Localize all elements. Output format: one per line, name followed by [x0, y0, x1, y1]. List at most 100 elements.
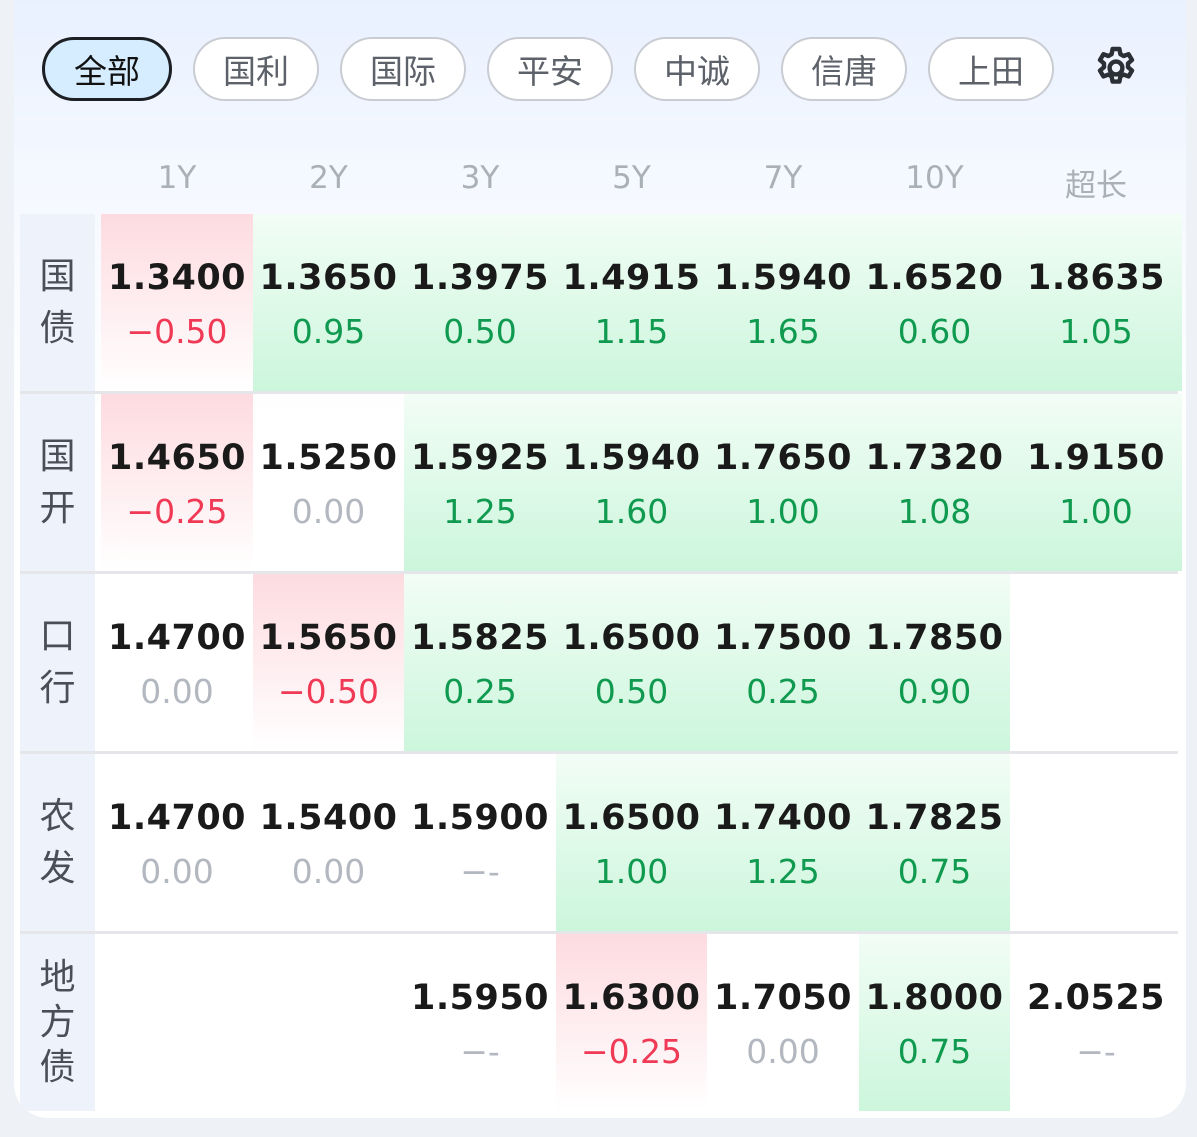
yield-value: 1.7500 — [713, 618, 853, 658]
tenor-header-3: 5Y — [612, 160, 651, 196]
tenor-header-6: 超长 — [1065, 168, 1127, 204]
yield-value: 2.0525 — [1026, 978, 1166, 1018]
yield-change: 0.00 — [291, 492, 366, 531]
yield-change: −- — [1076, 1032, 1116, 1071]
yield-value: 1.5250 — [259, 438, 398, 478]
yield-change: 0.00 — [140, 672, 214, 711]
yield-value: 1.7320 — [865, 438, 1004, 478]
yield-cell[interactable]: 1.5940 1.60 — [556, 394, 707, 571]
yield-change: 1.65 — [746, 312, 820, 351]
tenor-header-2: 3Y — [460, 160, 500, 196]
yield-value: 1.9150 — [1026, 438, 1166, 478]
yield-change: 1.00 — [1059, 492, 1133, 531]
yield-change: 0.75 — [897, 1032, 972, 1071]
yield-value: 1.5900 — [410, 798, 550, 838]
table-row: 国债 1.3400 −0.50 1.3650 0.95 1.3975 0.50 1.4915 1… — [20, 214, 1182, 394]
tab-all[interactable]: 全部 — [42, 37, 172, 101]
broker-tabs: 全部 国利 国际 平安 中诚 信唐 上田 — [42, 34, 1166, 104]
tenor-header: 1Y 2Y 3Y 5Y 7Y 10Y 超长 — [14, 160, 1186, 206]
tab-guoji[interactable]: 国际 — [340, 37, 466, 101]
yield-cell[interactable]: 1.7650 1.00 — [707, 394, 859, 571]
yield-cell[interactable]: 1.3400 −0.50 — [101, 214, 253, 391]
yield-value: 1.7050 — [713, 978, 853, 1018]
yield-cell[interactable]: 1.6500 1.00 — [556, 754, 707, 931]
yield-cell[interactable]: 1.5825 0.25 — [404, 574, 556, 751]
row-label: 农发 — [20, 754, 95, 931]
yield-change: 0.00 — [291, 852, 366, 891]
table-row: 国开 1.4650 −0.25 1.5250 0.00 1.5925 1.25 1.5940 1… — [20, 394, 1182, 574]
yield-cell[interactable]: 1.4915 1.15 — [556, 214, 707, 391]
yield-change: 0.75 — [897, 852, 972, 891]
yield-cell[interactable]: 1.8635 1.05 — [1010, 214, 1182, 391]
tab-pingan[interactable]: 平安 — [487, 37, 613, 101]
yield-change: −0.50 — [277, 672, 380, 711]
tab-xintang[interactable]: 信唐 — [781, 37, 907, 101]
yield-change: −0.25 — [126, 492, 228, 531]
yield-value: 1.3975 — [410, 258, 550, 298]
yield-value: 1.8635 — [1026, 258, 1166, 298]
yield-value: 1.4700 — [107, 618, 247, 658]
yield-cell[interactable]: 1.6300 −0.25 — [556, 934, 707, 1111]
row-label: 口行 — [20, 574, 95, 751]
yield-cell[interactable]: 1.7825 0.75 — [859, 754, 1010, 931]
yield-value: 1.3650 — [259, 258, 398, 298]
yield-value: 1.5400 — [259, 798, 398, 838]
yield-cell[interactable]: 1.7400 1.25 — [707, 754, 859, 931]
yield-value: 1.5925 — [410, 438, 550, 478]
yield-cell[interactable]: 1.5925 1.25 — [404, 394, 556, 571]
yield-change: 0.00 — [140, 852, 214, 891]
yield-change: 0.60 — [897, 312, 972, 351]
yield-change: 0.90 — [897, 672, 972, 711]
yield-value: 1.7850 — [865, 618, 1004, 658]
tenor-header-4: 7Y — [763, 160, 803, 196]
yield-cell[interactable]: 1.6500 0.50 — [556, 574, 707, 751]
yield-change: −0.25 — [580, 1032, 683, 1071]
yield-cell[interactable]: 1.9150 1.00 — [1010, 394, 1182, 571]
yield-cell[interactable]: 1.5250 0.00 — [253, 394, 404, 571]
yield-card: 全部 国利 国际 平安 中诚 信唐 上田 1Y 2Y 3Y 5Y 7Y 10Y 超长 国债1… — [14, 0, 1186, 1118]
yield-change: 0.50 — [594, 672, 669, 711]
yield-cell[interactable]: 1.3650 0.95 — [253, 214, 404, 391]
yield-change: −0.50 — [126, 312, 228, 351]
tab-zhongcheng[interactable]: 中诚 — [634, 37, 760, 101]
tab-shangtian[interactable]: 上田 — [928, 37, 1054, 101]
tenor-header-0: 1Y — [157, 160, 197, 196]
yield-change: 0.00 — [746, 1032, 820, 1071]
yield-value: 1.7825 — [865, 798, 1004, 838]
row-label: 地方债 — [20, 934, 95, 1111]
yield-cell[interactable]: 1.7050 0.00 — [707, 934, 859, 1111]
row-label: 国债 — [20, 214, 95, 391]
tab-guoli[interactable]: 国利 — [193, 37, 319, 101]
yield-cell[interactable]: 1.5400 0.00 — [253, 754, 404, 931]
yield-cell[interactable]: 1.6520 0.60 — [859, 214, 1010, 391]
table-row: 口行 1.4700 0.00 1.5650 −0.50 1.5825 0.25 1.6500 0… — [20, 574, 1178, 754]
yield-change: 0.95 — [291, 312, 366, 351]
yield-value: 1.5825 — [410, 618, 550, 658]
yield-cell[interactable]: 1.8000 0.75 — [859, 934, 1010, 1111]
yield-cell[interactable]: 1.7320 1.08 — [859, 394, 1010, 571]
yield-change: 1.25 — [443, 492, 517, 531]
yield-cell[interactable]: 1.4700 0.00 — [101, 574, 253, 751]
yield-cell[interactable]: 1.5950 −- — [404, 934, 556, 1111]
yield-value: 1.4915 — [562, 258, 701, 298]
yield-cell[interactable]: 1.7500 0.25 — [707, 574, 859, 751]
yield-value: 1.6500 — [562, 798, 701, 838]
yield-change: 1.00 — [594, 852, 669, 891]
yield-cell[interactable]: 1.5900 −- — [404, 754, 556, 931]
gear-icon[interactable] — [1092, 44, 1140, 92]
yield-cell[interactable]: 2.0525 −- — [1010, 934, 1182, 1111]
yield-change: 1.60 — [594, 492, 669, 531]
yield-change: 1.08 — [897, 492, 972, 531]
yield-cell[interactable]: 1.7850 0.90 — [859, 574, 1010, 751]
yield-change: −- — [460, 852, 500, 891]
yield-cell[interactable]: 1.3975 0.50 — [404, 214, 556, 391]
row-label: 国开 — [20, 394, 95, 571]
yield-cell[interactable]: 1.5650 −0.50 — [253, 574, 404, 751]
yield-value: 1.6520 — [865, 258, 1004, 298]
yield-cell[interactable]: 1.4650 −0.25 — [101, 394, 253, 571]
yield-cell[interactable]: 1.5940 1.65 — [707, 214, 859, 391]
yield-value: 1.6500 — [562, 618, 701, 658]
yield-cell[interactable]: 1.4700 0.00 — [101, 754, 253, 931]
yield-change: 0.25 — [443, 672, 517, 711]
yield-change: 1.15 — [594, 312, 669, 351]
